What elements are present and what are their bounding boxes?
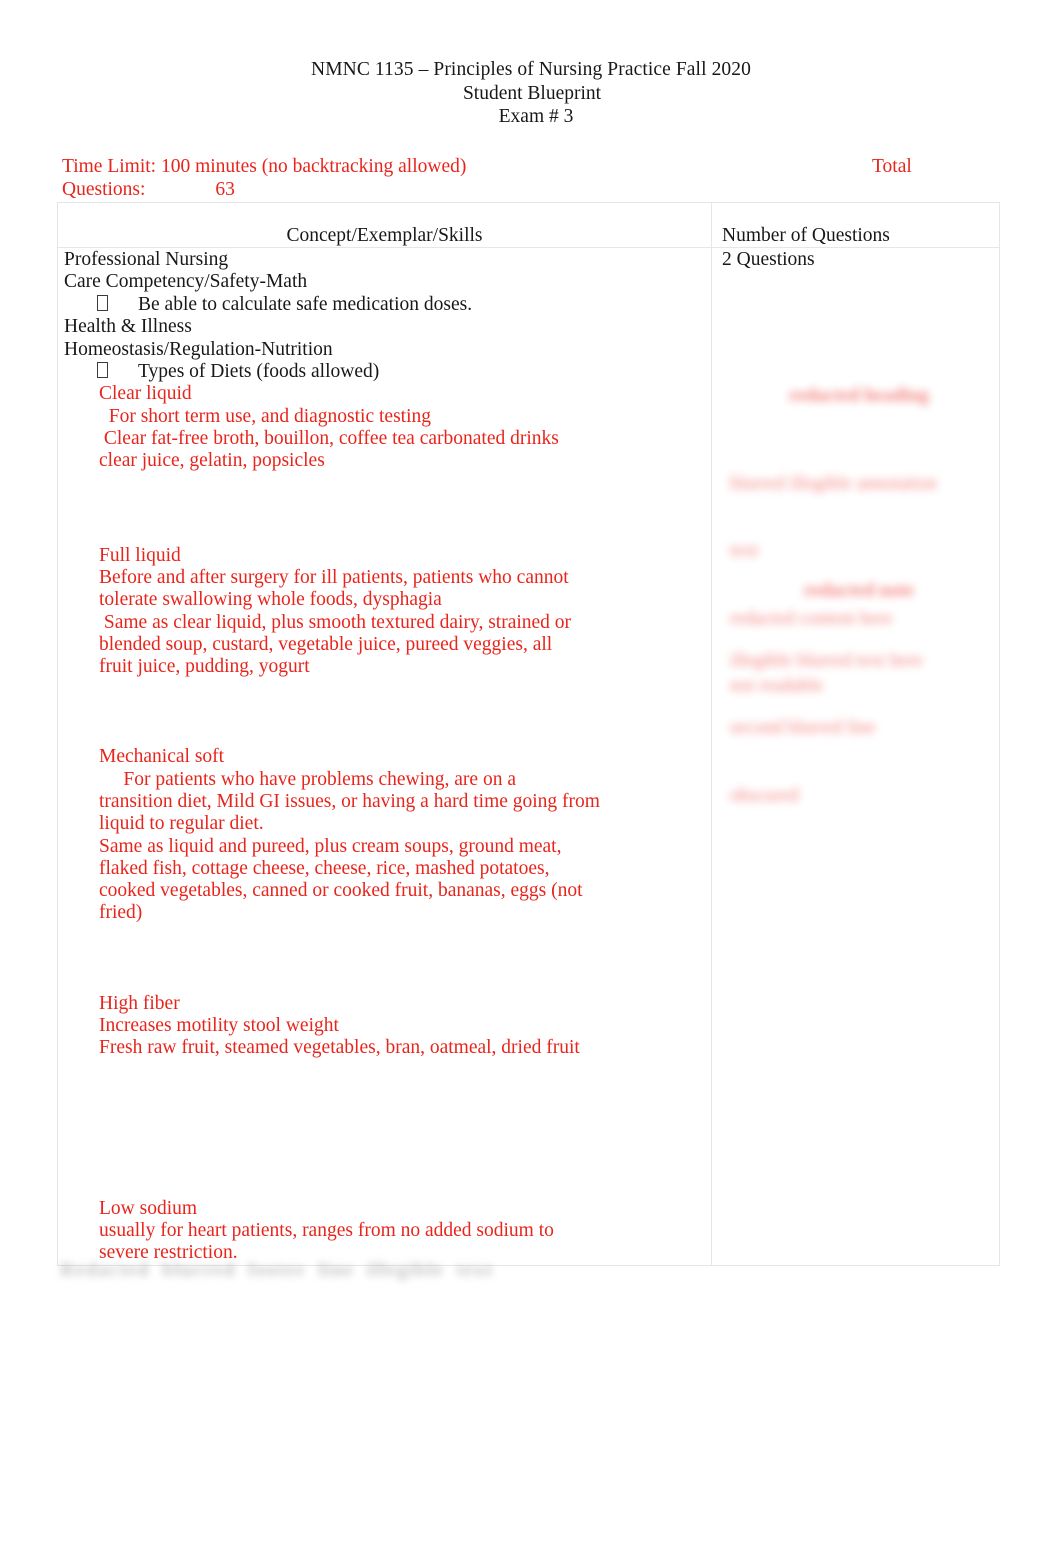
diet-line: For short term use, and diagnostic testi… <box>99 405 431 427</box>
diet-name: Mechanical soft <box>99 746 225 768</box>
redacted-note-line: second blurred line <box>730 717 876 738</box>
diet-line: blended soup, custard, vegetable juice, … <box>99 633 553 655</box>
bullet-medication-doses-label: Be able to calculate safe medication dos… <box>138 293 473 315</box>
diet-line: tolerate swallowing whole foods, dysphag… <box>99 589 442 611</box>
diet-line: fried) <box>99 902 143 924</box>
concept-header-cell: Concept/Exemplar/Skills <box>57 202 712 248</box>
document-header: NMNC 1135 – Principles of Nursing Practi… <box>0 58 1062 129</box>
questions-value: 63 <box>215 179 235 200</box>
diet-line: flaked fish, cottage cheese, cheese, ric… <box>99 857 550 879</box>
exam-meta: Time Limit: 100 minutes (no backtracking… <box>62 155 466 201</box>
count-body-cell: 2 Questions redacted heading blurred ill… <box>711 247 1000 1266</box>
count-header-cell: Number of Questions <box>711 202 1000 248</box>
diet-line: For patients who have problems chewing, … <box>99 768 516 790</box>
total-label: Total <box>872 156 912 177</box>
diet-name: Clear liquid <box>99 383 192 405</box>
header-line-subtitle: Student Blueprint <box>462 82 602 104</box>
blueprint-table: Concept/Exemplar/Skills Number of Questi… <box>57 202 1000 1266</box>
diet-line: liquid to regular diet. <box>99 813 264 835</box>
document-page: NMNC 1135 – Principles of Nursing Practi… <box>0 0 1062 1556</box>
topic-homeostasis-nutrition: Homeostasis/Regulation-Nutrition <box>64 338 333 360</box>
concept-column-header: Concept/Exemplar/Skills <box>286 225 483 246</box>
diet-name: Low sodium <box>99 1197 198 1219</box>
bullet-notdef-icon <box>97 294 108 311</box>
diet-line: usually for heart patients, ranges from … <box>99 1219 554 1241</box>
header-line-exam: Exam # 3 <box>498 106 574 127</box>
questions-row: Questions: 63 <box>62 178 466 201</box>
diet-full-liquid: Full liquid Before and after surgery for… <box>64 545 711 679</box>
diet-high-fiber: High fiber Increases motility stool weig… <box>64 993 711 1060</box>
topic-care-competency: Care Competency/Safety-Math <box>64 271 308 293</box>
time-limit-text: Time Limit: 100 minutes (no backtracking… <box>62 156 467 177</box>
diet-line: Before and after surgery for ill patient… <box>99 566 569 588</box>
concept-body-cell: Professional Nursing Care Competency/Saf… <box>57 247 712 1266</box>
diet-line: Same as liquid and pureed, plus cream so… <box>99 835 562 857</box>
redacted-note-2: redacted note illegible blurred text her… <box>730 535 988 852</box>
bullet-types-of-diets-label: Types of Diets (foods allowed) <box>138 361 380 383</box>
diet-line: transition diet, Mild GI issues, or havi… <box>99 791 600 812</box>
question-count-value: 2 Questions <box>722 249 815 270</box>
topic-health-illness: Health & Illness <box>64 316 192 338</box>
diet-line: fruit juice, pudding, yogurt <box>99 656 310 678</box>
diet-name: High fiber <box>99 992 180 1014</box>
diet-line: Clear fat-free broth, bouillon, coffee t… <box>99 428 559 450</box>
diet-line: Fresh raw fruit, steamed vegetables, bra… <box>99 1037 580 1059</box>
bullet-medication-doses: Be able to calculate safe medication dos… <box>64 294 711 316</box>
header-line-course: NMNC 1135 – Principles of Nursing Practi… <box>311 59 751 80</box>
questions-label: Questions: <box>62 179 146 200</box>
diet-name: Full liquid <box>99 544 181 566</box>
diet-line: clear juice, gelatin, popsicles <box>99 450 325 472</box>
table-header-row: Concept/Exemplar/Skills Number of Questi… <box>57 202 1000 248</box>
count-content: 2 Questions redacted heading blurred ill… <box>712 248 999 806</box>
bullet-types-of-diets: Types of Diets (foods allowed) <box>64 361 711 383</box>
concept-content: Professional Nursing Care Competency/Saf… <box>58 248 711 1265</box>
diet-low-sodium: Low sodium usually for heart patients, r… <box>64 1198 711 1265</box>
diet-line: Same as clear liquid, plus smooth textur… <box>99 611 572 633</box>
redacted-note-line: obscured <box>730 784 799 806</box>
diet-mechanical-soft: Mechanical soft For patients who have pr… <box>64 746 711 924</box>
diet-line: Increases motility stool weight <box>99 1015 339 1037</box>
redacted-note-line: illegible blurred text here <box>730 649 923 671</box>
topic-professional-nursing: Professional Nursing <box>64 249 229 270</box>
bullet-notdef-icon <box>97 362 108 379</box>
redacted-note-line: blurred illegible annotation <box>730 472 937 494</box>
count-column-header: Number of Questions <box>722 225 890 246</box>
footer-redacted-line: Redacted blurred footer line illegible t… <box>60 1259 494 1281</box>
redacted-note-title: redacted heading <box>789 385 929 406</box>
redacted-note-title: redacted note <box>804 580 914 601</box>
table-body-row: Professional Nursing Care Competency/Saf… <box>57 247 1000 1266</box>
diet-clear-liquid: Clear liquid For short term use, and dia… <box>64 383 711 472</box>
diet-line: cooked vegetables, canned or cooked frui… <box>99 880 583 902</box>
